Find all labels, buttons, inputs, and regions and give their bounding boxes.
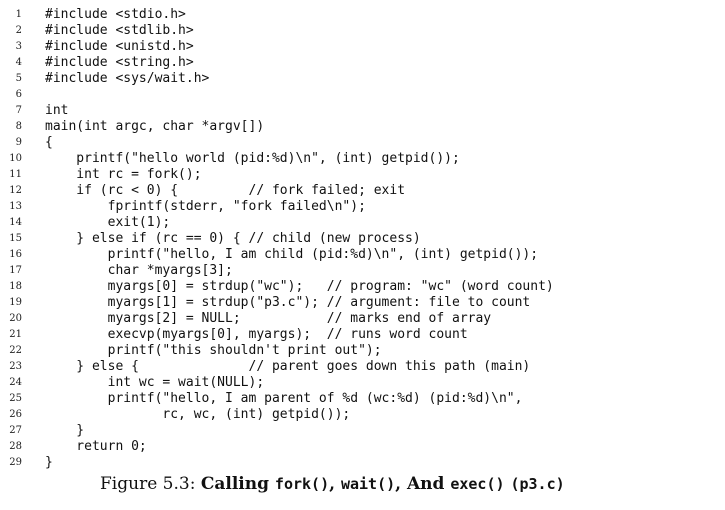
code-line: 10 printf("hello world (pid:%d)\n", (int… [0,151,725,167]
line-number: 27 [9,425,22,436]
caption-code-exec: exec() [450,475,505,493]
code-text: printf("this shouldn't print out"); [45,343,382,358]
code-text: main(int argc, char *argv[]) [45,119,265,134]
line-number: 24 [9,377,22,388]
code-line: 6 [0,87,725,103]
code-line: 9{ [0,135,725,151]
line-number: 2 [15,25,22,36]
code-text: #include <unistd.h> [45,39,194,54]
code-text: int wc = wait(NULL); [45,375,265,390]
code-text: int [45,103,69,118]
code-line: 21 execvp(myargs[0], myargs); // runs wo… [0,327,725,343]
code-text: printf("hello, I am parent of %d (wc:%d)… [45,391,523,406]
code-line: 16 printf("hello, I am child (pid:%d)\n"… [0,247,725,263]
line-number: 13 [9,201,22,212]
code-text: rc, wc, (int) getpid()); [45,407,351,422]
code-text: } [45,455,53,470]
line-number: 19 [9,297,22,308]
code-line: 24 int wc = wait(NULL); [0,375,725,391]
code-line: 26 rc, wc, (int) getpid()); [0,407,725,423]
figure-caption: Figure 5.3: Calling fork(), wait(), And … [100,474,565,494]
code-listing: 1 #include <stdio.h> 2 #include <stdlib.h> 3… [0,7,725,471]
line-number: 16 [9,249,22,260]
code-line: 13 fprintf(stderr, "fork failed\n"); [0,199,725,215]
code-text: myargs[1] = strdup("p3.c"); // argument:… [45,295,531,310]
code-line: 25 printf("hello, I am parent of %d (wc:… [0,391,725,407]
code-text: char *myargs[3]; [45,263,233,278]
caption-text: Calling [200,474,275,494]
code-text: { [45,135,53,150]
caption-code-wait: wait() [340,475,396,493]
code-text: } else { // parent goes down this path (… [45,359,531,374]
code-line: 14 exit(1); [0,215,725,231]
code-line: 15 } else if (rc == 0) { // child (new p… [0,231,725,247]
line-number: 17 [9,265,22,276]
code-line: 12 if (rc < 0) { // fork failed; exit [0,183,725,199]
line-number: 4 [15,57,22,68]
code-text: myargs[2] = NULL; // marks end of array [45,311,492,326]
line-number: 5 [15,73,22,84]
code-line: 11 int rc = fork(); [0,167,725,183]
code-line: 29} [0,455,725,471]
line-number: 7 [15,105,22,116]
line-number: 10 [9,153,22,164]
line-number: 6 [15,89,22,100]
code-line: 8 main(int argc, char *argv[]) [0,119,725,135]
line-number: 28 [9,441,22,452]
line-number: 20 [9,313,22,324]
line-number: 12 [9,185,22,196]
code-line: 17 char *myargs[3]; [0,263,725,279]
code-line: 3 #include <unistd.h> [0,39,725,55]
line-number: 11 [9,169,22,180]
code-text: #include <stdlib.h> [45,23,194,38]
code-line: 22 printf("this shouldn't print out"); [0,343,725,359]
code-line: 18 myargs[0] = strdup("wc"); // program:… [0,279,725,295]
code-text: exit(1); [45,215,171,230]
code-text: #include <sys/wait.h> [45,71,210,86]
line-number: 23 [9,361,22,372]
line-number: 15 [9,233,22,244]
caption-separator: , [329,474,341,494]
line-number: 26 [9,409,22,420]
code-line: 7 int [0,103,725,119]
code-text: } else if (rc == 0) { // child (new proc… [45,231,421,246]
code-text: #include <string.h> [45,55,194,70]
code-line: 4 #include <string.h> [0,55,725,71]
caption-separator: , And [395,474,451,494]
code-text: fprintf(stderr, "fork failed\n"); [45,199,366,214]
code-line: 2 #include <stdlib.h> [0,23,725,39]
code-line: 1 #include <stdio.h> [0,7,725,23]
line-number: 3 [15,41,22,52]
code-text: printf("hello world (pid:%d)\n", (int) g… [45,151,460,166]
line-number: 8 [15,121,22,132]
line-number: 14 [9,217,22,228]
code-line: 19 myargs[1] = strdup("p3.c"); // argume… [0,295,725,311]
code-text: execvp(myargs[0], myargs); // runs word … [45,327,468,342]
line-number: 22 [9,345,22,356]
caption-label: Figure 5.3: [100,474,201,494]
line-number: 9 [15,137,22,148]
code-text: int rc = fork(); [45,167,202,182]
line-number: 18 [9,281,22,292]
line-number: 1 [15,9,22,20]
code-text: printf("hello, I am child (pid:%d)\n", (… [45,247,539,262]
code-text: } [45,423,85,438]
code-line: 23 } else { // parent goes down this pat… [0,359,725,375]
code-line: 5 #include <sys/wait.h> [0,71,725,87]
code-line: 28 return 0; [0,439,725,455]
code-line: 20 myargs[2] = NULL; // marks end of arr… [0,311,725,327]
code-text: return 0; [45,439,147,454]
code-text: #include <stdio.h> [45,7,186,22]
code-text: myargs[0] = strdup("wc"); // program: "w… [45,279,554,294]
code-line: 27 } [0,423,725,439]
caption-filename: (p3.c) [510,475,565,493]
caption-code-fork: fork() [274,475,330,493]
line-number: 25 [9,393,22,404]
line-number: 21 [9,329,22,340]
line-number: 29 [9,457,22,468]
code-text: if (rc < 0) { // fork failed; exit [45,183,406,198]
